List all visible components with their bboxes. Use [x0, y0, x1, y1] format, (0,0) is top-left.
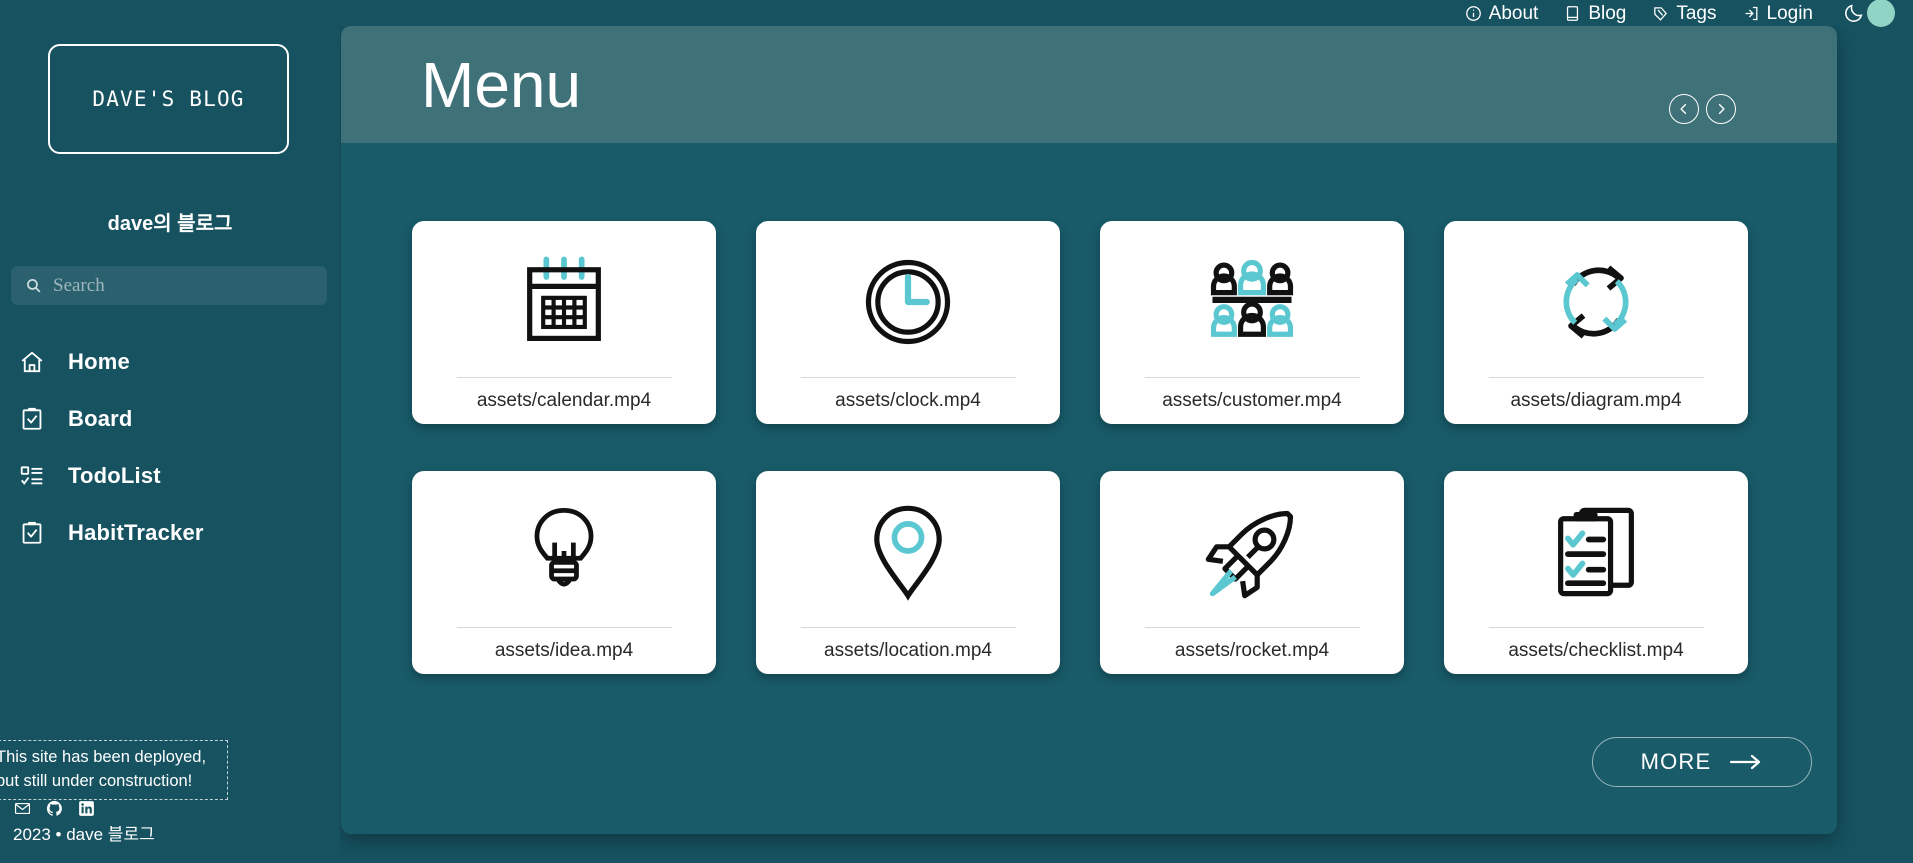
main-content-panel: Menu assets/calendar.mp4 assets/clock.mp…	[341, 26, 1837, 834]
nav-label-login: Login	[1766, 2, 1814, 24]
moon-icon	[1843, 2, 1865, 24]
theme-toggle-knob[interactable]	[1867, 0, 1895, 27]
menu-card[interactable]: assets/customer.mp4	[1100, 221, 1404, 424]
nav-link-login[interactable]: Login	[1743, 2, 1814, 24]
clipboard-check-icon	[19, 406, 45, 432]
sidebar-nav: Home Board TodoList HabitTracker	[0, 333, 340, 561]
sidebar-label-board: Board	[68, 405, 133, 431]
sidebar-item-todolist[interactable]: TodoList	[0, 447, 340, 504]
social-links	[14, 800, 95, 817]
linkedin-icon[interactable]	[78, 800, 95, 817]
top-navigation-bar: About Blog Tags Login	[0, 0, 1913, 27]
card-caption: assets/rocket.mp4	[1174, 640, 1330, 661]
card-media	[756, 471, 1060, 627]
card-caption: assets/customer.mp4	[1162, 390, 1342, 411]
clock-icon	[856, 250, 960, 354]
sidebar-item-habittracker[interactable]: HabitTracker	[0, 504, 340, 561]
search-icon	[25, 277, 42, 294]
sidebar-label-habittracker: HabitTracker	[68, 519, 204, 545]
sidebar: DAVE'S BLOG dave의 블로그 Home	[0, 0, 340, 863]
nav-link-about[interactable]: About	[1465, 2, 1539, 24]
carousel-controls	[1669, 94, 1736, 124]
nav-label-about: About	[1488, 2, 1539, 24]
sidebar-label-home: Home	[68, 348, 130, 374]
tag-icon	[1652, 5, 1669, 22]
menu-card[interactable]: assets/idea.mp4	[412, 471, 716, 674]
deployment-notice-line1: This site has been deployed,	[0, 748, 207, 766]
menu-card[interactable]: assets/calendar.mp4	[412, 221, 716, 424]
site-subtitle: dave의 블로그	[107, 213, 233, 235]
rocket-icon	[1200, 500, 1304, 604]
card-media	[412, 221, 716, 377]
location-pin-icon	[856, 500, 960, 604]
card-media	[1444, 471, 1748, 627]
menu-card[interactable]: assets/checklist.mp4	[1444, 471, 1748, 674]
search-input[interactable]	[53, 274, 313, 297]
nav-label-tags: Tags	[1676, 2, 1717, 24]
site-logo-text: DAVE'S BLOG	[92, 87, 245, 111]
login-icon	[1743, 5, 1760, 22]
menu-card[interactable]: assets/location.mp4	[756, 471, 1060, 674]
customer-icon	[1200, 250, 1304, 354]
card-caption: assets/diagram.mp4	[1510, 390, 1682, 411]
deployment-notice-line2: but still under construction!	[0, 771, 193, 790]
card-media	[1100, 471, 1404, 627]
sidebar-item-board[interactable]: Board	[0, 390, 340, 447]
sidebar-label-todolist: TodoList	[68, 462, 161, 488]
nav-link-blog[interactable]: Blog	[1564, 4, 1626, 23]
card-caption: assets/clock.mp4	[835, 390, 981, 411]
checklist-icon	[1544, 500, 1648, 604]
menu-card-grid: assets/calendar.mp4 assets/clock.mp4 ass…	[412, 221, 1772, 721]
card-caption: assets/calendar.mp4	[476, 390, 652, 411]
lightbulb-icon	[512, 500, 616, 604]
nav-link-tags[interactable]: Tags	[1652, 2, 1717, 24]
carousel-prev-button[interactable]	[1669, 94, 1699, 124]
sidebar-item-home[interactable]: Home	[0, 333, 340, 390]
card-caption: assets/location.mp4	[824, 640, 992, 661]
diagram-icon	[1544, 250, 1648, 354]
copyright-text: 2023 • dave 블로그	[13, 825, 155, 844]
card-media	[756, 221, 1060, 377]
site-logo-button[interactable]: DAVE'S BLOG	[48, 44, 289, 154]
arrow-right-icon	[1729, 754, 1763, 770]
menu-card[interactable]: assets/diagram.mp4	[1444, 221, 1748, 424]
card-caption: assets/checklist.mp4	[1508, 640, 1684, 661]
more-button[interactable]: MORE	[1592, 737, 1812, 787]
list-check-icon	[19, 463, 45, 489]
carousel-next-button[interactable]	[1706, 94, 1736, 124]
page-title: Menu	[421, 48, 582, 121]
card-media	[412, 471, 716, 627]
card-media	[1444, 221, 1748, 377]
mail-icon[interactable]	[14, 800, 31, 817]
menu-header: Menu	[341, 26, 1837, 143]
card-caption: assets/idea.mp4	[494, 640, 634, 661]
home-icon	[19, 349, 45, 375]
theme-toggle-switch[interactable]	[1843, 0, 1895, 27]
clipboard-check-icon	[19, 520, 45, 546]
menu-card[interactable]: assets/rocket.mp4	[1100, 471, 1404, 674]
calendar-icon	[512, 250, 616, 354]
deployment-notice: This site has been deployed, but still u…	[0, 740, 228, 800]
nav-label-blog: Blog	[1588, 2, 1627, 24]
book-icon	[1564, 5, 1581, 22]
github-icon[interactable]	[46, 800, 63, 817]
menu-card[interactable]: assets/clock.mp4	[756, 221, 1060, 424]
card-media	[1100, 221, 1404, 377]
more-button-label: MORE	[1640, 749, 1712, 774]
info-circle-icon	[1465, 5, 1482, 22]
search-box[interactable]	[11, 266, 327, 305]
